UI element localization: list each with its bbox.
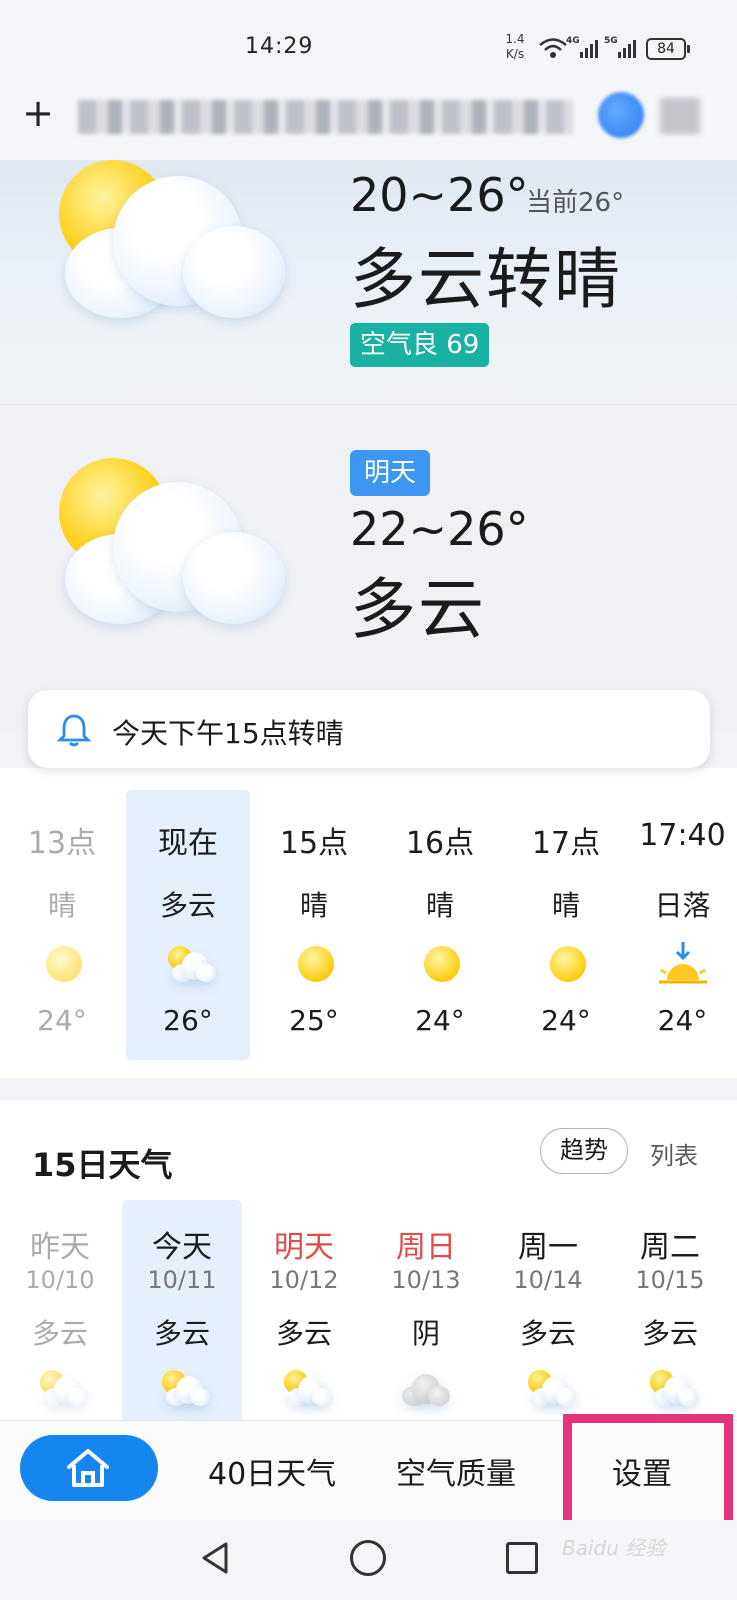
- status-bar: 14:29 1.4 K/s 4G 5G 84: [0, 0, 737, 90]
- partly-cloudy-icon: [520, 1366, 576, 1412]
- hour-column[interactable]: 17:40 日落 24°: [628, 790, 737, 1060]
- weather-alert-bar[interactable]: 今天下午15点转晴: [28, 690, 710, 768]
- partly-cloudy-icon: [55, 154, 285, 324]
- fifteen-day-forecast: 15日天气 趋势 列表 昨天 10/10 多云 今天 10/11 多云 明天 1…: [0, 1100, 737, 1430]
- day-column[interactable]: 昨天 10/10 多云: [0, 1200, 120, 1430]
- today-weather-card[interactable]: 20~26° 当前26° 多云转晴 空气良 69: [0, 160, 737, 405]
- back-icon[interactable]: [196, 1538, 236, 1578]
- watermark: Baidu 经验: [562, 1536, 666, 1560]
- signal-5g-icon: 5G: [604, 36, 638, 60]
- tomorrow-weather-card[interactable]: 明天 22~26° 多云: [0, 406, 737, 731]
- system-home-button[interactable]: [350, 1540, 386, 1576]
- air-quality-badge[interactable]: 空气良 69: [350, 323, 490, 367]
- overcast-icon: [398, 1366, 454, 1412]
- trend-toggle-button[interactable]: 趋势: [540, 1128, 628, 1174]
- section-title: 15日天气: [32, 1146, 173, 1184]
- more-menu-blurred[interactable]: [660, 98, 700, 134]
- partly-cloudy-icon: [154, 1366, 210, 1412]
- city-name-blurred[interactable]: [78, 100, 573, 134]
- hour-column[interactable]: 15点 晴 25°: [252, 790, 376, 1060]
- partly-cloudy-icon: [642, 1366, 698, 1412]
- alert-text: 今天下午15点转晴: [112, 717, 344, 750]
- home-icon: [67, 1449, 109, 1487]
- tomorrow-condition: 多云: [350, 571, 486, 648]
- day-column[interactable]: 明天 10/12 多云: [244, 1200, 364, 1430]
- partly-cloudy-icon: [32, 1366, 88, 1412]
- bell-icon: [56, 714, 92, 747]
- status-time: 14:29: [245, 34, 314, 59]
- partly-cloudy-icon: [276, 1366, 332, 1412]
- hour-column-now[interactable]: 现在 多云 26°: [126, 790, 250, 1060]
- list-toggle-button[interactable]: 列表: [650, 1136, 698, 1171]
- today-condition: 多云转晴: [350, 241, 622, 318]
- signal-4g-icon: 4G: [566, 36, 600, 60]
- wifi-icon: [539, 38, 567, 58]
- partly-cloudy-icon: [55, 456, 285, 626]
- settings-highlight-box: [563, 1414, 733, 1534]
- sun-icon: [412, 940, 468, 988]
- hourly-forecast[interactable]: 13点 晴 24° 现在 多云 26° 15点 晴 25° 16点 晴 24° …: [0, 768, 737, 1078]
- day-column[interactable]: 周一 10/14 多云: [488, 1200, 608, 1430]
- sun-icon: [286, 940, 342, 988]
- day-column[interactable]: 周日 10/13 阴: [366, 1200, 486, 1430]
- nav-40-day-weather[interactable]: 40日天气: [208, 1449, 336, 1493]
- section-divider: [0, 1078, 737, 1100]
- avatar[interactable]: [598, 92, 644, 138]
- sunset-icon: [658, 942, 707, 984]
- hour-column[interactable]: 17点 晴 24°: [504, 790, 628, 1060]
- tomorrow-temp-range: 22~26°: [350, 502, 529, 556]
- sun-icon: [538, 940, 594, 988]
- day-column[interactable]: 周二 10/15 多云: [610, 1200, 730, 1430]
- network-speed: 1.4 K/s: [505, 32, 525, 61]
- partly-cloudy-icon: [160, 940, 216, 988]
- sun-icon: [34, 940, 90, 988]
- recent-apps-button[interactable]: [506, 1542, 538, 1574]
- header: +: [0, 90, 737, 160]
- home-button[interactable]: [20, 1435, 158, 1501]
- day-column-today[interactable]: 今天 10/11 多云: [122, 1200, 242, 1430]
- add-city-button[interactable]: +: [20, 94, 56, 132]
- nav-air-quality[interactable]: 空气质量: [396, 1449, 516, 1493]
- tomorrow-badge: 明天: [350, 450, 431, 496]
- hour-column[interactable]: 13点 晴 24°: [0, 790, 124, 1060]
- battery-icon: 84: [646, 38, 690, 60]
- today-temp-range: 20~26°: [350, 168, 529, 222]
- hour-column[interactable]: 16点 晴 24°: [378, 790, 502, 1060]
- current-temp: 当前26°: [526, 188, 625, 218]
